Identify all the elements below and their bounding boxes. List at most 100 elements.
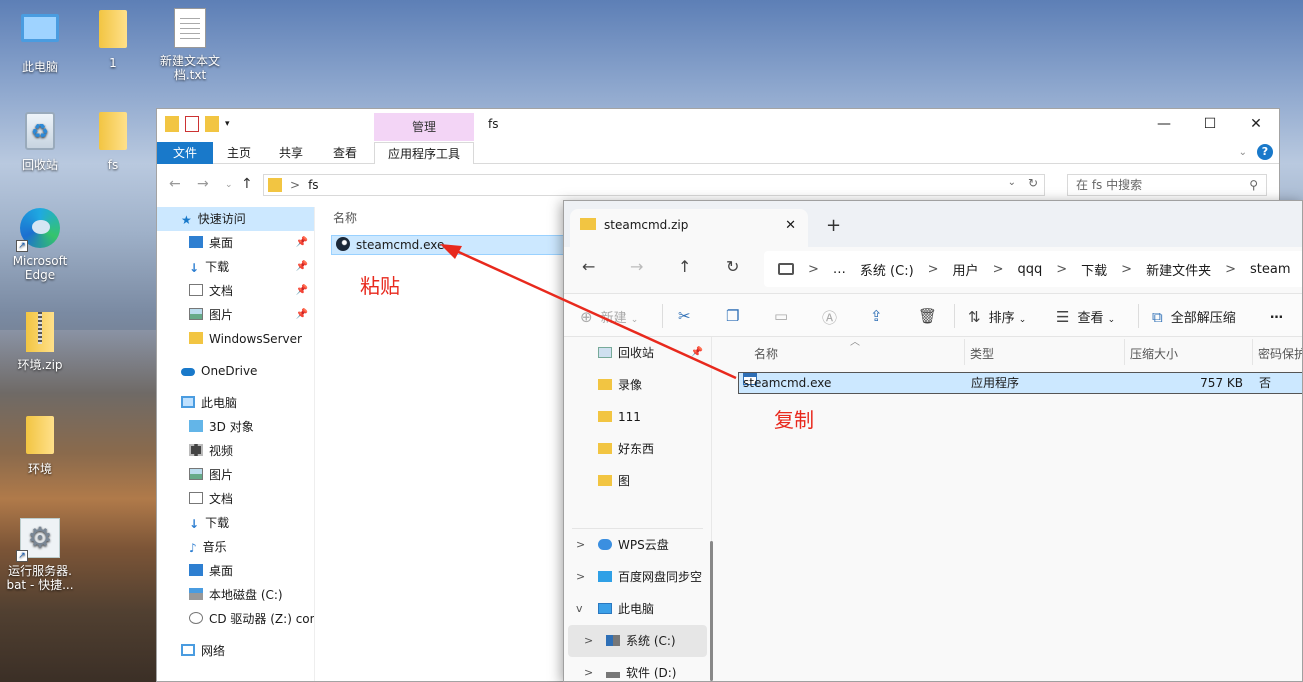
chevron-down-icon[interactable]: v xyxy=(576,593,583,625)
desktop-icon-recycle-bin[interactable]: ♻ 回收站 xyxy=(0,110,80,172)
back-icon[interactable]: ← xyxy=(169,176,181,192)
chevron-right-icon[interactable]: > xyxy=(584,625,593,657)
nav-local-disk-c[interactable]: 本地磁盘 (C:) xyxy=(157,583,314,607)
nav-this-pc[interactable]: 此电脑 xyxy=(157,391,314,415)
nav-folder-recordings[interactable]: 录像 xyxy=(564,369,711,401)
breadcrumb-item[interactable]: qqq xyxy=(1017,262,1042,277)
desktop-icon-text-file[interactable]: 新建文本文档.txt xyxy=(150,8,230,82)
column-header-name[interactable]: 名称 xyxy=(333,209,357,226)
column-header-type[interactable]: 类型 xyxy=(970,345,994,362)
nav-network[interactable]: 网络 xyxy=(157,639,314,663)
breadcrumb-item[interactable]: 系统 (C:) xyxy=(860,260,914,279)
desktop-icon-folder-1[interactable]: 1 xyxy=(73,8,153,70)
breadcrumb-overflow[interactable]: … xyxy=(833,262,846,277)
copy-icon[interactable]: ❐ xyxy=(726,307,747,325)
breadcrumb-fs[interactable]: fs xyxy=(308,178,318,192)
nav-recycle-bin[interactable]: 回收站 📌 xyxy=(564,337,711,369)
expand-ribbon-icon[interactable]: ⌄ xyxy=(1239,147,1247,158)
paste-icon[interactable]: ▭ xyxy=(774,307,796,325)
chevron-right-icon[interactable]: > xyxy=(576,561,585,593)
new-tab-button[interactable]: + xyxy=(826,215,841,236)
address-bar[interactable]: > fs ⌄ ↻ xyxy=(263,174,1045,196)
desktop-icon-zip[interactable]: 环境.zip xyxy=(0,312,80,372)
new-folder-icon[interactable] xyxy=(205,116,219,132)
refresh-icon[interactable]: ↻ xyxy=(726,257,739,276)
file-row-steamcmd[interactable]: steamcmd.exe xyxy=(331,235,591,255)
new-button[interactable]: ⊕ 新建 ⌄ xyxy=(580,307,638,326)
desktop-icon-this-pc[interactable]: 此电脑 xyxy=(0,8,80,74)
context-tab-manage[interactable]: 管理 xyxy=(374,113,474,141)
nav-baidu-netdisk[interactable]: > 百度网盘同步空 xyxy=(564,561,711,593)
help-icon[interactable]: ? xyxy=(1257,144,1273,160)
sort-button[interactable]: ⇅ 排序 ⌄ xyxy=(968,307,1026,326)
nav-music[interactable]: ♪ 音乐 xyxy=(157,535,314,559)
forward-icon[interactable]: → xyxy=(197,176,209,192)
nav-pictures[interactable]: 图片 📌 xyxy=(157,303,314,327)
nav-documents-2[interactable]: 文档 xyxy=(157,487,314,511)
back-icon[interactable]: ← xyxy=(582,257,595,276)
extract-all-button[interactable]: ⧉ 全部解压缩 xyxy=(1152,307,1236,326)
breadcrumb-item[interactable]: steam xyxy=(1250,262,1291,277)
tab-share[interactable]: 共享 xyxy=(271,142,311,164)
nav-downloads-2[interactable]: ↓ 下载 xyxy=(157,511,314,535)
customize-toolbar-icon[interactable]: ▾ xyxy=(225,119,230,129)
nav-desktop[interactable]: 桌面 📌 xyxy=(157,231,314,255)
nav-3d-objects[interactable]: 3D 对象 xyxy=(157,415,314,439)
nav-documents[interactable]: 文档 📌 xyxy=(157,279,314,303)
column-header-compressed-size[interactable]: 压缩大小 xyxy=(1130,345,1178,362)
nav-folder-goodstuff[interactable]: 好东西 xyxy=(564,433,711,465)
desktop-icon-bat-shortcut[interactable]: ⚙ ↗ 运行服务器.bat - 快捷... xyxy=(0,518,80,592)
minimize-button[interactable]: — xyxy=(1141,109,1187,139)
nav-videos[interactable]: 视频 xyxy=(157,439,314,463)
folder-icon[interactable] xyxy=(165,116,179,132)
tab-home[interactable]: 主页 xyxy=(219,142,259,164)
column-separator[interactable] xyxy=(964,339,965,365)
nav-folder-pictures[interactable]: 图 xyxy=(564,465,711,497)
nav-software-d[interactable]: > 软件 (D:) xyxy=(564,657,711,681)
more-options-button[interactable]: … xyxy=(1270,307,1283,322)
tab-view[interactable]: 查看 xyxy=(325,142,365,164)
nav-scrollbar[interactable] xyxy=(710,541,713,681)
tab-steamcmd-zip[interactable]: steamcmd.zip ✕ xyxy=(570,209,808,247)
chevron-right-icon[interactable]: > xyxy=(584,657,593,681)
cut-icon[interactable]: ✂ xyxy=(678,307,699,325)
desktop-icon-edge[interactable]: ↗ Microsoft Edge xyxy=(0,208,80,282)
tab-file[interactable]: 文件 xyxy=(157,142,213,164)
address-dropdown-icon[interactable]: ⌄ xyxy=(1008,177,1016,188)
share-icon[interactable]: ⇪ xyxy=(870,307,891,325)
breadcrumb-item[interactable]: 用户 xyxy=(953,260,979,279)
nav-cd-drive-z[interactable]: CD 驱动器 (Z:) con xyxy=(157,607,314,631)
breadcrumb[interactable]: > … 系统 (C:) > 用户 > qqq > 下载 > 新建文件夹 > st… xyxy=(764,251,1302,287)
recent-locations-icon[interactable]: ⌄ xyxy=(225,180,233,190)
chevron-right-icon[interactable]: > xyxy=(576,529,585,561)
nav-this-pc[interactable]: v 此电脑 xyxy=(564,593,711,625)
desktop-icon-folder-fs[interactable]: fs xyxy=(73,110,153,172)
nav-onedrive[interactable]: OneDrive xyxy=(157,359,314,383)
desktop-icon-folder-env[interactable]: 环境 xyxy=(0,414,80,476)
tab-app-tools[interactable]: 应用程序工具 xyxy=(374,142,474,164)
nav-system-c[interactable]: > 系统 (C:) xyxy=(568,625,707,657)
delete-icon[interactable]: 🗑 xyxy=(918,307,945,325)
nav-desktop-2[interactable]: 桌面 xyxy=(157,559,314,583)
nav-pictures-2[interactable]: 图片 xyxy=(157,463,314,487)
nav-wps-cloud[interactable]: > WPS云盘 xyxy=(564,529,711,561)
nav-downloads[interactable]: ↓ 下载 📌 xyxy=(157,255,314,279)
nav-quick-access[interactable]: ★ 快速访问 xyxy=(157,207,314,231)
nav-windowsserver[interactable]: WindowsServer xyxy=(157,327,314,351)
column-header-name[interactable]: 名称 xyxy=(754,345,778,362)
close-tab-icon[interactable]: ✕ xyxy=(785,218,796,233)
zip-file-row-steamcmd[interactable]: steamcmd.exe 应用程序 757 KB 否 xyxy=(738,372,1302,394)
forward-icon[interactable]: → xyxy=(630,257,643,276)
rename-icon[interactable]: Ⓐ xyxy=(822,307,845,328)
view-button[interactable]: ☰ 查看 ⌄ xyxy=(1056,307,1115,326)
breadcrumb-item[interactable]: 新建文件夹 xyxy=(1146,260,1211,279)
close-button[interactable]: ✕ xyxy=(1233,109,1279,139)
refresh-icon[interactable]: ↻ xyxy=(1028,176,1038,190)
search-box[interactable]: 在 fs 中搜索 ⚲ xyxy=(1067,174,1267,196)
column-separator[interactable] xyxy=(1124,339,1125,365)
nav-folder-111[interactable]: 111 xyxy=(564,401,711,433)
column-header-password[interactable]: 密码保护 xyxy=(1258,345,1302,362)
up-icon[interactable]: ↑ xyxy=(241,176,253,192)
column-separator[interactable] xyxy=(1252,339,1253,365)
breadcrumb-item[interactable]: 下载 xyxy=(1081,260,1107,279)
